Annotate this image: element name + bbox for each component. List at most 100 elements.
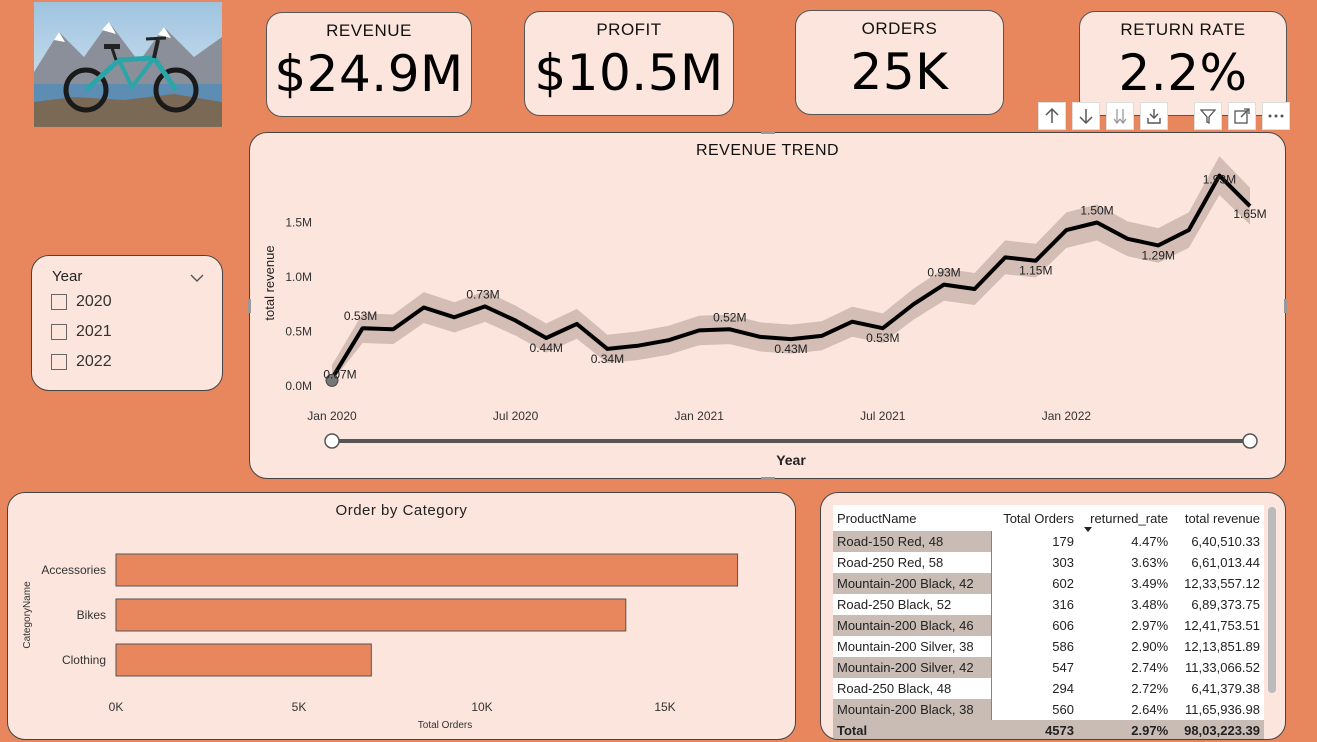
more-options-icon[interactable] bbox=[1262, 102, 1290, 130]
kpi-card-revenue: REVENUE $24.9M bbox=[266, 12, 472, 117]
cell-productname: Mountain-200 Black, 42 bbox=[833, 573, 993, 594]
kpi-value: $24.9M bbox=[274, 45, 464, 103]
visual-toolbar bbox=[1038, 102, 1290, 130]
x-axis-title: Year bbox=[776, 452, 806, 468]
table-row[interactable]: Road-250 Black, 52 316 3.48% 6,89,373.75 bbox=[833, 594, 1264, 615]
kpi-card-orders: ORDERS 25K bbox=[795, 10, 1004, 115]
cell-total-orders: 316 bbox=[991, 594, 1078, 615]
checkbox[interactable] bbox=[51, 324, 67, 340]
y-tick-label: 1.5M bbox=[285, 216, 312, 230]
data-label: 0.53M bbox=[344, 309, 377, 323]
table-row[interactable]: Road-150 Red, 48 179 4.47% 6,40,510.33 bbox=[833, 531, 1264, 552]
cell-total-orders: 547 bbox=[991, 657, 1078, 678]
kpi-value: 2.2% bbox=[1118, 44, 1248, 102]
cell-total-revenue: 11,65,936.98 bbox=[1172, 699, 1264, 720]
sort-descending-icon bbox=[1084, 527, 1092, 532]
chevron-down-icon[interactable] bbox=[190, 268, 204, 287]
cell-productname: Mountain-200 Silver, 38 bbox=[833, 636, 993, 657]
data-label: 1.15M bbox=[1019, 264, 1052, 278]
cell-returned-rate: 4.47% bbox=[1078, 531, 1173, 552]
table-scrollbar[interactable] bbox=[1268, 507, 1276, 693]
range-slider-handle-start[interactable] bbox=[324, 433, 340, 449]
cell-productname: Road-250 Black, 48 bbox=[833, 678, 993, 699]
category-label: Accessories bbox=[41, 563, 106, 577]
cell-total-orders: 586 bbox=[991, 636, 1078, 657]
slicer-option-2021[interactable]: 2021 bbox=[51, 323, 112, 341]
cell-total-orders: 606 bbox=[991, 615, 1078, 636]
kpi-value: $10.5M bbox=[534, 44, 724, 102]
cell-returned-rate: 2.64% bbox=[1078, 699, 1173, 720]
slicer-option-2020[interactable]: 2020 bbox=[51, 293, 112, 311]
y-tick-label: 0.5M bbox=[285, 325, 312, 339]
x-tick-label: Jan 2020 bbox=[307, 409, 357, 423]
product-table: ProductName Total Orders returned_rate t… bbox=[833, 505, 1264, 739]
bar-clothing bbox=[115, 643, 372, 677]
cell-total-revenue: 6,41,379.38 bbox=[1172, 678, 1264, 699]
year-slicer: Year 2020 2021 2022 bbox=[31, 255, 223, 391]
cell-total-revenue: 6,61,013.44 bbox=[1172, 552, 1264, 573]
focus-mode-icon[interactable] bbox=[1228, 102, 1256, 130]
cell-total-revenue: 6,89,373.75 bbox=[1172, 594, 1264, 615]
slicer-option-label: 2020 bbox=[76, 293, 112, 310]
data-label: 1.93M bbox=[1203, 173, 1236, 187]
table-row[interactable]: Mountain-200 Silver, 42 547 2.74% 11,33,066… bbox=[833, 657, 1264, 678]
cell-productname: Mountain-200 Silver, 42 bbox=[833, 657, 993, 678]
x-tick-label: 10K bbox=[471, 700, 492, 714]
cell-returned-rate: 2.97% bbox=[1078, 615, 1173, 636]
category-label: Clothing bbox=[62, 653, 106, 667]
bar-accessories bbox=[115, 553, 739, 587]
table-row[interactable]: Road-250 Black, 48 294 2.72% 6,41,379.38 bbox=[833, 678, 1264, 699]
order-by-category-panel[interactable]: Order by Category Accessories Bikes Clothi… bbox=[7, 492, 796, 740]
checkbox[interactable] bbox=[51, 354, 67, 370]
table-header-row: ProductName Total Orders returned_rate t… bbox=[833, 505, 1264, 532]
filter-icon[interactable] bbox=[1194, 102, 1222, 130]
data-label: 0.34M bbox=[591, 352, 624, 366]
table-row[interactable]: Mountain-200 Silver, 38 586 2.90% 12,13,851… bbox=[833, 636, 1264, 657]
product-table-panel[interactable]: ProductName Total Orders returned_rate t… bbox=[820, 492, 1286, 740]
cell-total-revenue: 12,13,851.89 bbox=[1172, 636, 1264, 657]
revenue-trend-chart: 0.0M 0.5M 1.0M 1.5M Jan 2020 Jul 2020 Jan 2021… bbox=[262, 156, 1267, 468]
cell-returned-rate: 3.63% bbox=[1078, 552, 1173, 573]
expand-hierarchy-icon[interactable] bbox=[1140, 102, 1168, 130]
data-label: 0.43M bbox=[774, 342, 807, 356]
cell-total-revenue: 6,40,510.33 bbox=[1172, 531, 1264, 552]
cell-total-orders: 560 bbox=[991, 699, 1078, 720]
total-orders: 4573 bbox=[991, 720, 1078, 739]
cell-productname: Mountain-200 Black, 46 bbox=[833, 615, 993, 636]
table-row[interactable]: Road-250 Red, 58 303 3.63% 6,61,013.44 bbox=[833, 552, 1264, 573]
data-label: 0.53M bbox=[866, 331, 899, 345]
revenue-trend-panel[interactable]: REVENUE TREND 0.0M 0.5M 1.0M 1.5M Jan 2020 Ju… bbox=[248, 131, 1287, 480]
range-slider-handle-end[interactable] bbox=[1242, 433, 1258, 449]
bar-bikes bbox=[115, 598, 627, 632]
kpi-title: ORDERS bbox=[861, 19, 938, 38]
cell-productname: Mountain-200 Black, 38 bbox=[833, 699, 993, 720]
column-header-returned-rate[interactable]: returned_rate bbox=[1078, 505, 1173, 532]
drill-up-icon[interactable] bbox=[1038, 102, 1066, 130]
data-label: 0.44M bbox=[530, 341, 563, 355]
x-tick-label: 0K bbox=[109, 700, 124, 714]
table-row[interactable]: Mountain-200 Black, 46 606 2.97% 12,41,753.… bbox=[833, 615, 1264, 636]
data-label: 0.93M bbox=[927, 266, 960, 280]
next-level-icon[interactable] bbox=[1106, 102, 1134, 130]
slicer-option-2022[interactable]: 2022 bbox=[51, 353, 112, 371]
bike-image bbox=[34, 2, 222, 127]
x-tick-label: 15K bbox=[654, 700, 675, 714]
data-label: 1.65M bbox=[1233, 207, 1266, 221]
cell-total-revenue: 11,33,066.52 bbox=[1172, 657, 1264, 678]
table-row[interactable]: Mountain-200 Black, 42 602 3.49% 12,33,557.… bbox=[833, 573, 1264, 594]
cell-productname: Road-150 Red, 48 bbox=[833, 531, 993, 552]
drill-down-icon[interactable] bbox=[1072, 102, 1100, 130]
data-label: 1.29M bbox=[1142, 248, 1175, 262]
cell-total-orders: 602 bbox=[991, 573, 1078, 594]
cell-total-orders: 294 bbox=[991, 678, 1078, 699]
column-header-total-revenue[interactable]: total revenue bbox=[1172, 505, 1264, 531]
cell-returned-rate: 3.49% bbox=[1078, 573, 1173, 594]
checkbox[interactable] bbox=[51, 294, 67, 310]
cell-returned-rate: 2.74% bbox=[1078, 657, 1173, 678]
column-header-productname[interactable]: ProductName bbox=[833, 505, 992, 531]
table-row[interactable]: Mountain-200 Black, 38 560 2.64% 11,65,936.… bbox=[833, 699, 1264, 720]
column-header-total-orders[interactable]: Total Orders bbox=[991, 505, 1078, 531]
kpi-card-profit: PROFIT $10.5M bbox=[524, 11, 734, 116]
slicer-option-label: 2021 bbox=[76, 323, 112, 340]
x-tick-label: 5K bbox=[292, 700, 307, 714]
